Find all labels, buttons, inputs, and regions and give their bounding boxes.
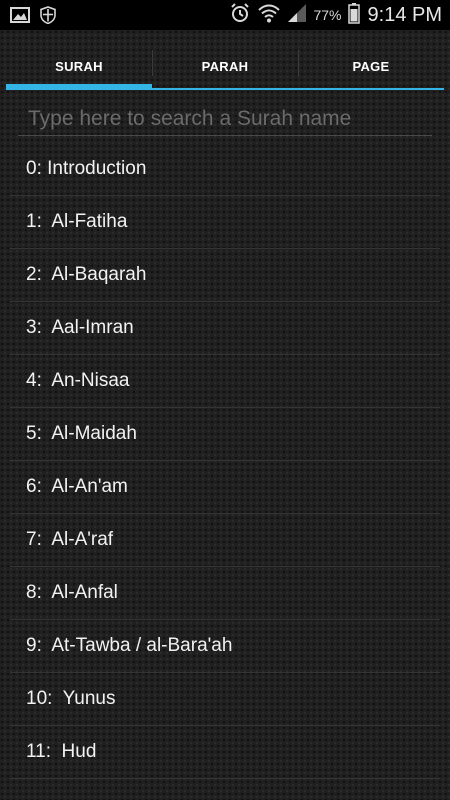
app-screen: 77% 9:14 PM SURAH PARAH PAGE 0: Introduc…: [0, 0, 450, 800]
status-bar-right: 77% 9:14 PM: [229, 0, 442, 30]
surah-item-al-maidah[interactable]: 5: Al-Maidah: [10, 408, 440, 461]
image-icon: [10, 6, 30, 29]
tab-parah[interactable]: PARAH: [152, 44, 298, 88]
surah-item-al-araf[interactable]: 7: Al-A'raf: [10, 514, 440, 567]
surah-item-introduction[interactable]: 0: Introduction: [10, 143, 440, 196]
surah-item-aal-imran[interactable]: 3: Aal-Imran: [10, 302, 440, 355]
battery-percentage: 77%: [313, 7, 342, 23]
surah-item-al-baqarah[interactable]: 2: Al-Baqarah: [10, 249, 440, 302]
surah-list: 0: Introduction 1: Al-Fatiha 2: Al-Baqar…: [10, 143, 440, 779]
shield-icon: [40, 6, 56, 29]
clock: 9:14 PM: [367, 3, 442, 26]
tab-page[interactable]: PAGE: [298, 44, 444, 88]
surah-item-yunus[interactable]: 10: Yunus: [10, 673, 440, 726]
tab-bar: SURAH PARAH PAGE: [6, 44, 444, 90]
surah-item-hud[interactable]: 11: Hud: [10, 726, 440, 779]
status-bar-left: [10, 6, 56, 29]
battery-icon: [347, 2, 360, 29]
surah-item-at-tawba[interactable]: 9: At-Tawba / al-Bara'ah: [10, 620, 440, 673]
surah-item-al-anam[interactable]: 6: Al-An'am: [10, 461, 440, 514]
signal-icon: [287, 3, 307, 28]
surah-item-al-fatiha[interactable]: 1: Al-Fatiha: [10, 196, 440, 249]
surah-search-input[interactable]: [18, 102, 432, 136]
status-bar: 77% 9:14 PM: [0, 0, 450, 30]
surah-item-al-anfal[interactable]: 8: Al-Anfal: [10, 567, 440, 620]
surah-item-an-nisaa[interactable]: 4: An-Nisaa: [10, 355, 440, 408]
tab-surah[interactable]: SURAH: [6, 44, 152, 90]
alarm-icon: [229, 2, 251, 29]
wifi-icon: [257, 2, 281, 29]
